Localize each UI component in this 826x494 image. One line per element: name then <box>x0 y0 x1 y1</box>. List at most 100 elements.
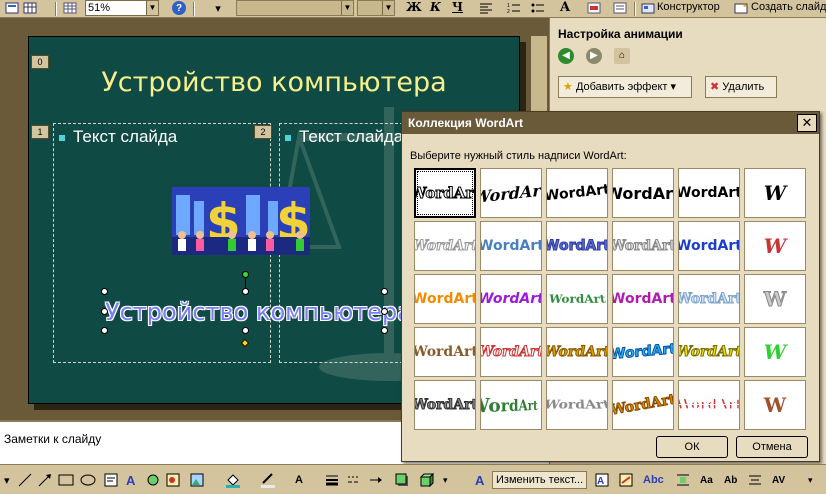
wordart-style-option[interactable]: WordArt <box>612 380 674 430</box>
oval-icon[interactable] <box>80 471 96 489</box>
italic-button[interactable]: К <box>430 0 441 14</box>
close-icon[interactable]: ✕ <box>797 114 817 132</box>
textbox-icon[interactable] <box>104 471 118 489</box>
vertical-text-icon[interactable]: Ab <box>724 471 737 489</box>
underline-button[interactable]: Ч <box>452 0 463 14</box>
wordart-style-option[interactable]: WordArt <box>480 221 542 271</box>
back-icon[interactable]: ◀ <box>558 48 574 64</box>
wordart-style-option[interactable]: W <box>744 221 806 271</box>
line-icon[interactable] <box>18 471 32 489</box>
bullet-list-icon[interactable] <box>530 1 546 15</box>
wordart-style-option[interactable]: W <box>744 168 806 218</box>
edit-text-button[interactable]: Изменить текст... <box>492 471 588 489</box>
right-bullet[interactable]: Текст слайда <box>285 127 403 147</box>
resize-handle[interactable] <box>101 327 108 334</box>
table-icon[interactable] <box>22 1 38 15</box>
fill-color-icon[interactable] <box>225 471 241 489</box>
slide-title[interactable]: Устройство компьютера <box>29 67 519 98</box>
help-icon[interactable]: ? <box>172 1 186 15</box>
character-spacing-icon[interactable]: AV <box>772 471 785 489</box>
align-left-icon[interactable] <box>478 1 494 15</box>
3d-icon[interactable] <box>420 471 434 489</box>
increase-font-icon[interactable]: A <box>560 0 570 15</box>
wordart-style-option[interactable]: WordArt <box>414 327 476 377</box>
diagram-icon[interactable] <box>146 471 160 489</box>
wordart-icon[interactable]: A <box>474 471 488 489</box>
wordart-style-option[interactable]: WordArt <box>414 380 476 430</box>
wordart-style-option[interactable]: W <box>744 327 806 377</box>
designer-button[interactable]: Конструктор <box>657 1 720 13</box>
wordart-style-option[interactable]: WordArt <box>612 327 674 377</box>
wordart-style-option[interactable]: WordArt <box>678 274 740 324</box>
shadow-icon[interactable] <box>395 471 409 489</box>
picture-icon[interactable] <box>190 471 204 489</box>
left-bullet[interactable]: Текст слайда <box>59 127 177 147</box>
slide-layout-icon[interactable] <box>612 1 628 15</box>
wordart-object[interactable]: Устройство компьютера <box>105 292 412 332</box>
line-style-icon[interactable] <box>325 471 339 489</box>
wordart-insert-icon[interactable]: A <box>126 471 135 489</box>
numbered-list-icon[interactable]: 12 <box>506 1 522 15</box>
wordart-shape-icon[interactable]: Abc <box>643 471 664 489</box>
alignment-icon[interactable] <box>748 471 762 489</box>
arrow-style-icon[interactable] <box>369 471 383 489</box>
wordart-style-option[interactable]: WordArt <box>480 327 542 377</box>
ok-button[interactable]: ОК <box>656 436 728 458</box>
line-color-icon[interactable] <box>260 471 276 489</box>
bold-button[interactable]: Ж <box>406 0 422 14</box>
format-wordart-icon[interactable] <box>619 471 633 489</box>
same-letter-heights-icon[interactable]: Aa <box>700 471 713 489</box>
zoom-select[interactable]: 51% ▼ <box>85 0 159 16</box>
resize-handle[interactable] <box>381 308 388 315</box>
wordart-style-option[interactable]: WordArt <box>612 221 674 271</box>
wordart-style-option[interactable]: WordArt <box>546 327 608 377</box>
wordart-style-option[interactable]: WordArt <box>480 380 542 430</box>
wordart-style-option[interactable]: WordArt <box>414 221 476 271</box>
font-color-icon[interactable]: A <box>295 471 303 489</box>
font-size-select[interactable]: ▼ <box>357 0 395 16</box>
forward-icon[interactable]: ▶ <box>586 48 602 64</box>
font-name-select[interactable]: ▼ <box>236 0 354 16</box>
wordart-style-option[interactable]: WordArt <box>546 380 608 430</box>
chevron-down-icon[interactable]: ▾ <box>4 471 10 489</box>
wordart-style-option[interactable]: WordArt <box>546 274 608 324</box>
resize-handle[interactable] <box>101 288 108 295</box>
dash-style-icon[interactable] <box>347 471 361 489</box>
home-icon[interactable]: ⌂ <box>614 48 630 64</box>
remove-button[interactable]: ✖ Удалить <box>705 76 777 98</box>
chevron-down-icon[interactable]: ▼ <box>341 1 353 15</box>
rotation-handle[interactable] <box>242 271 249 278</box>
wordart-style-option[interactable]: WordArt <box>546 168 608 218</box>
wordart-style-option[interactable]: W <box>744 380 806 430</box>
wordart-style-option[interactable]: WordArt <box>678 221 740 271</box>
wordart-style-option[interactable]: WordArt <box>612 168 674 218</box>
chevron-down-icon[interactable]: ▾ <box>212 0 224 17</box>
designer-icon[interactable] <box>640 1 656 15</box>
wordart-style-option[interactable]: W <box>744 274 806 324</box>
chevron-down-icon[interactable]: ▼ <box>382 1 394 15</box>
wordart-style-option[interactable]: WordArt <box>612 274 674 324</box>
resize-handle[interactable] <box>242 327 249 334</box>
resize-handle[interactable] <box>381 288 388 295</box>
rectangle-icon[interactable] <box>58 471 74 489</box>
wordart-style-option[interactable]: WordArt <box>480 274 542 324</box>
text-wrapping-icon[interactable] <box>676 471 690 489</box>
wordart-style-option[interactable]: WordArt <box>678 380 740 430</box>
wordart-style-option[interactable]: WordArt <box>678 168 740 218</box>
arrow-icon[interactable] <box>38 471 52 489</box>
cancel-button[interactable]: Отмена <box>736 436 808 458</box>
chevron-down-icon[interactable]: ▾ <box>808 471 813 489</box>
wordart-style-option[interactable]: WordArt <box>414 274 476 324</box>
font-color-icon[interactable] <box>586 1 602 15</box>
grid-icon[interactable] <box>62 1 78 15</box>
slide-icon[interactable] <box>4 1 20 15</box>
chevron-down-icon[interactable]: ▾ <box>443 471 448 489</box>
new-slide-icon[interactable]: ✦ <box>733 1 749 15</box>
chevron-down-icon[interactable]: ▼ <box>146 1 158 15</box>
resize-handle[interactable] <box>381 327 388 334</box>
wordart-style-option[interactable]: WordArt <box>480 168 542 218</box>
money-clipart-image[interactable]: $ $ <box>172 187 310 255</box>
add-effect-button[interactable]: ★ Добавить эффект ▾ <box>558 76 692 98</box>
resize-handle[interactable] <box>242 288 249 295</box>
wordart-style-option[interactable]: WordArt <box>414 168 476 218</box>
